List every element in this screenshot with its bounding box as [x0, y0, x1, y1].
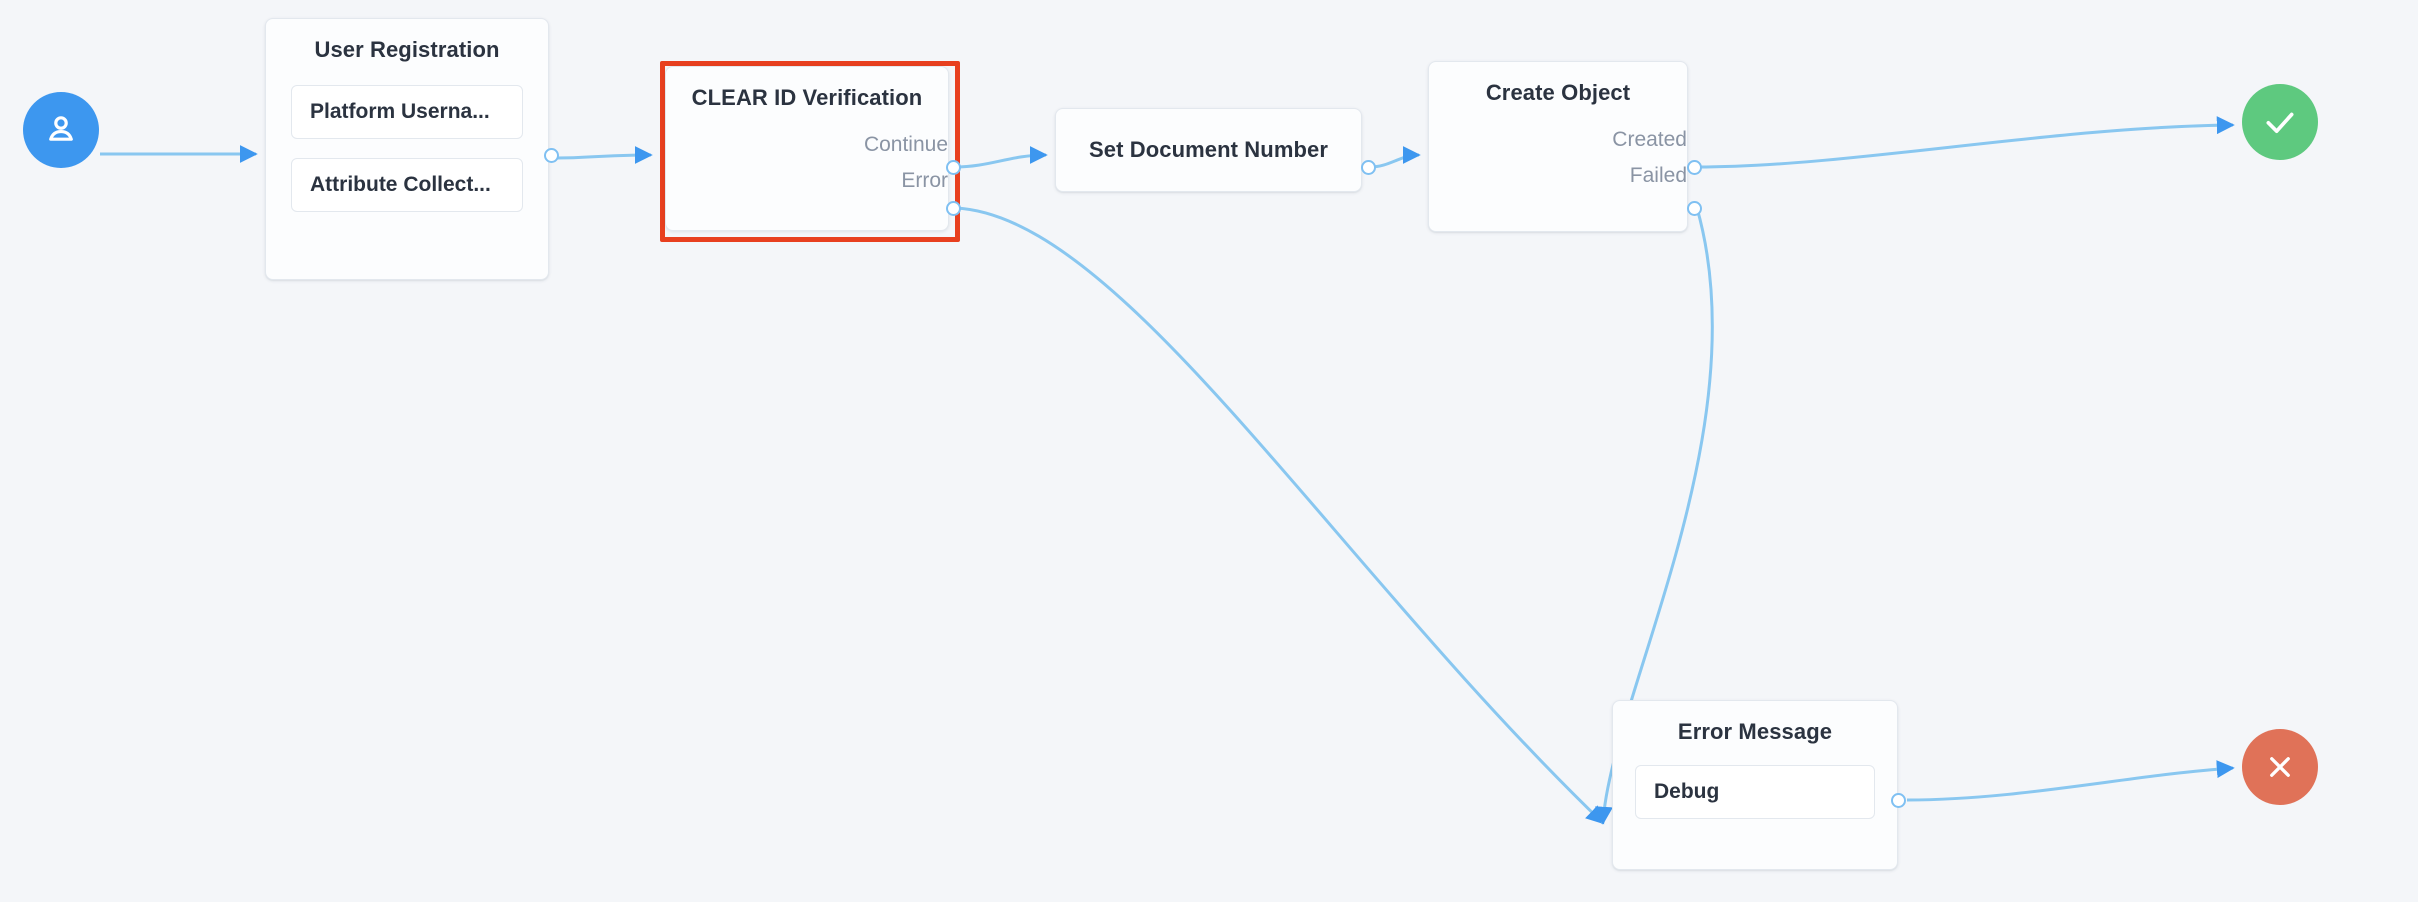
output-port-created[interactable] [1687, 160, 1702, 175]
edge-user-registration-to-clear-id [556, 146, 653, 165]
node-set-document-number[interactable]: Set Document Number [1055, 108, 1362, 192]
node-title: Set Document Number [1088, 137, 1329, 162]
field-label: Attribute Collect... [310, 173, 491, 196]
port-label-created: Created [1612, 128, 1687, 151]
port-label-continue: Continue [863, 133, 948, 156]
edge-continue-to-set-document-number [954, 146, 1048, 169]
check-icon [2266, 112, 2294, 133]
close-icon [2270, 757, 2290, 777]
node-title: CLEAR ID Verification [691, 85, 923, 110]
port-row-continue[interactable]: Continue [666, 127, 948, 163]
edge-error-to-error-message [954, 206, 1605, 825]
edge-created-to-success [1696, 116, 2235, 169]
output-port-error[interactable] [946, 201, 961, 216]
failure-terminal-node[interactable] [2242, 729, 2318, 805]
field-platform-username[interactable]: Platform Userna... [291, 85, 523, 139]
node-user-registration[interactable]: User Registration Platform Userna... Att… [265, 18, 549, 280]
node-title: Error Message [1677, 719, 1833, 744]
field-label: Debug [1654, 780, 1720, 803]
edge-set-document-number-to-create-object [1369, 146, 1421, 169]
node-clear-id-verification[interactable]: CLEAR ID Verification Continue Error [665, 66, 949, 231]
port-row-error[interactable]: Error [666, 163, 948, 199]
output-port-failed[interactable] [1687, 201, 1702, 216]
port-label-error: Error [901, 169, 948, 192]
output-port-continue[interactable] [946, 160, 961, 175]
node-title: User Registration [314, 37, 500, 62]
output-port-set-document-number[interactable] [1361, 160, 1376, 175]
start-terminal-node[interactable] [23, 92, 99, 168]
selection-outline-clear-id-verification: CLEAR ID Verification Continue Error [660, 61, 960, 242]
port-label-failed: Failed [1629, 164, 1687, 187]
output-port-error-message[interactable] [1891, 793, 1906, 808]
port-row-failed[interactable]: Failed [1429, 158, 1687, 194]
node-title: Create Object [1485, 80, 1631, 105]
port-row-created[interactable]: Created [1429, 122, 1687, 158]
field-attribute-collection[interactable]: Attribute Collect... [291, 158, 523, 212]
field-debug[interactable]: Debug [1635, 765, 1875, 819]
node-error-message[interactable]: Error Message Debug [1612, 700, 1898, 870]
flow-canvas[interactable]: User Registration Platform Userna... Att… [0, 0, 2418, 902]
success-terminal-node[interactable] [2242, 84, 2318, 160]
output-port-user-registration[interactable] [544, 148, 559, 163]
user-icon [49, 116, 73, 141]
node-create-object[interactable]: Create Object Created Failed [1428, 61, 1688, 232]
edge-error-message-to-failure [1906, 760, 2235, 802]
field-label: Platform Userna... [310, 100, 490, 123]
